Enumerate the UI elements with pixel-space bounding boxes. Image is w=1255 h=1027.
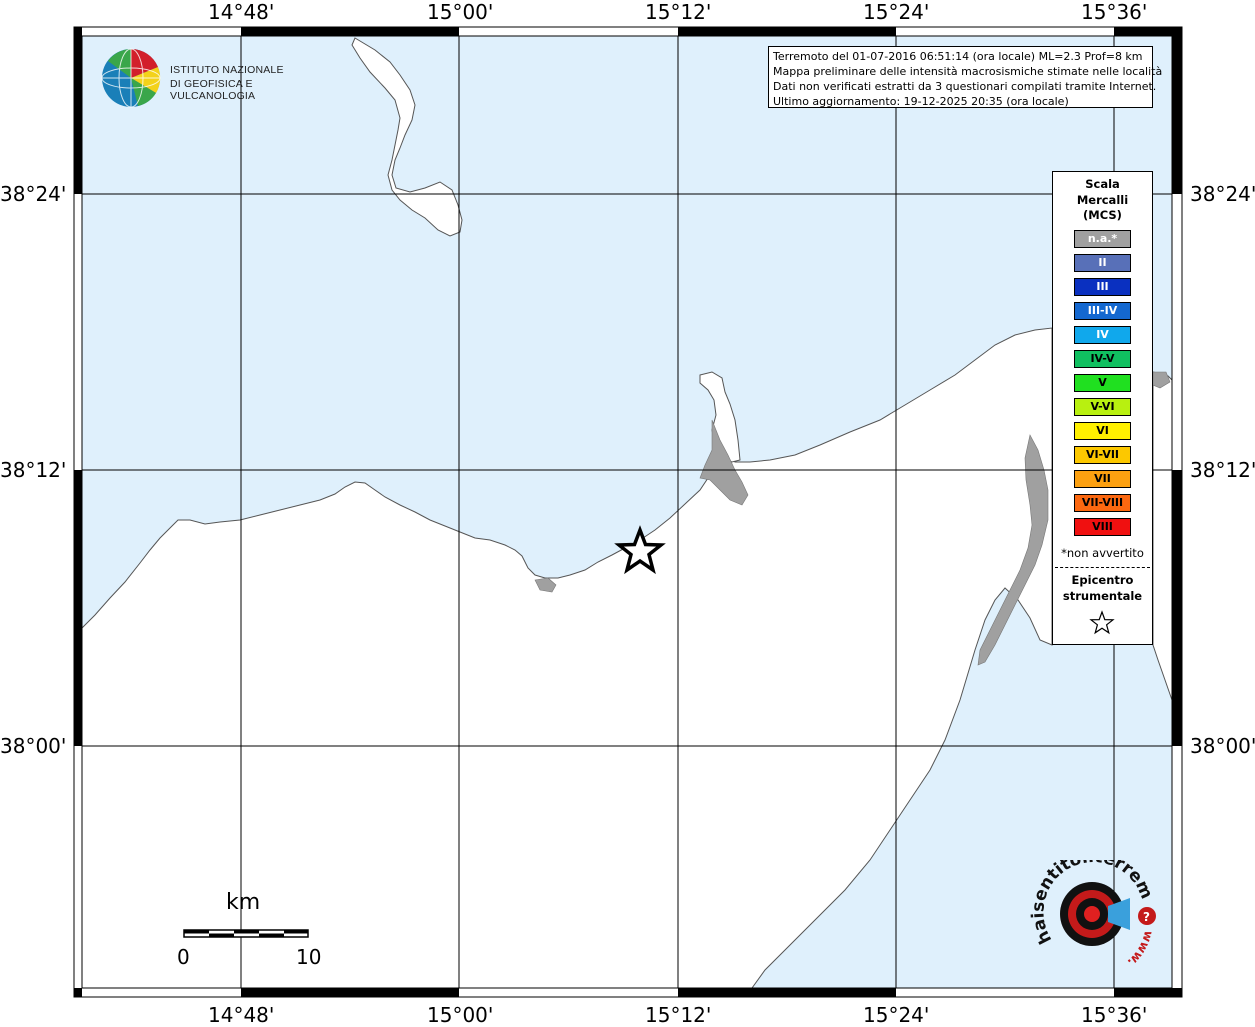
hst-target-icon: ? haisentitoilterremoto.it www.: [1024, 845, 1156, 970]
bottom-label-3: 15°12': [645, 1003, 712, 1027]
left-label-2: 38°12': [0, 458, 67, 482]
legend-title-line2: Mercalli: [1076, 192, 1129, 207]
top-label-3: 15°12': [645, 0, 712, 24]
bottom-label-2: 15°00': [427, 1003, 494, 1027]
info-line4: Ultimo aggiornamento: 19-12-2025 20:35 (…: [773, 95, 1069, 108]
legend-item: IV-V: [1074, 350, 1131, 368]
left-label-3: 38°00': [0, 734, 67, 758]
top-label-5: 15°36': [1081, 0, 1148, 24]
right-label-3: 38°00': [1190, 734, 1255, 758]
legend-epicenter-line1: Epicentro: [1071, 573, 1134, 587]
hst-logo: ? haisentitoilterremoto.it www.: [1024, 845, 1170, 980]
legend-epicenter-line2: strumentale: [1062, 589, 1143, 603]
legend-item: V-VI: [1074, 398, 1131, 416]
info-line2: Mappa preliminare delle intensità macros…: [773, 65, 1163, 78]
legend-item: n.a.*: [1074, 230, 1131, 248]
ingv-logo: ISTITUTO NAZIONALE DI GEOFISICA E VULCAN…: [100, 46, 330, 110]
logo-line2: DI GEOFISICA E VULCANOLOGIA: [170, 78, 256, 102]
event-info-box: Terremoto del 01-07-2016 06:51:14 (ora l…: [768, 46, 1163, 108]
legend-item: VI-VII: [1074, 446, 1131, 464]
top-label-2: 15°00': [427, 0, 494, 24]
scale-unit: km: [226, 890, 261, 915]
land-calabria: [1152, 371, 1173, 701]
legend-title-line1: Scala: [1085, 177, 1120, 191]
right-label-2: 38°12': [1190, 458, 1255, 482]
svg-text:www.: www.: [1125, 929, 1156, 969]
legend-item: VI: [1074, 422, 1131, 440]
legend-epicenter-label: Epicentro strumentale: [1053, 572, 1152, 604]
scale-max: 10: [296, 945, 322, 969]
scale-min: 0: [177, 945, 190, 969]
legend-item: IV: [1074, 326, 1131, 344]
top-label-4: 15°24': [863, 0, 930, 24]
legend-item: II: [1074, 254, 1131, 272]
svg-text:?: ?: [1143, 910, 1150, 924]
legend-note: *non avvertito: [1061, 546, 1144, 560]
right-label-1: 38°24': [1190, 182, 1255, 206]
legend-item: VII: [1074, 470, 1131, 488]
scale-bar: [183, 929, 309, 938]
legend-title: Scala Mercalli (MCS): [1053, 177, 1152, 224]
hst-www-text: www.: [1125, 929, 1156, 969]
bottom-label-1: 14°48': [208, 1003, 275, 1027]
legend-item: III-IV: [1074, 302, 1131, 320]
mcs-legend: Scala Mercalli (MCS) n.a.* II III III-IV IV I…: [1052, 171, 1153, 645]
legend-title-line3: (MCS): [1083, 208, 1122, 222]
legend-item: VII-VIII: [1074, 494, 1131, 512]
info-line1: Terremoto del 01-07-2016 06:51:14 (ora l…: [773, 50, 1143, 63]
bottom-label-4: 15°24': [863, 1003, 930, 1027]
left-label-1: 38°24': [0, 182, 67, 206]
legend-divider: [1055, 567, 1150, 568]
bottom-label-5: 15°36': [1081, 1003, 1148, 1027]
legend-star-icon: [1089, 610, 1115, 635]
globe-icon: [101, 48, 161, 108]
info-line3: Dati non verificati estratti da 3 questi…: [773, 80, 1157, 93]
legend-item: III: [1074, 278, 1131, 296]
logo-line1: ISTITUTO NAZIONALE: [170, 64, 284, 76]
legend-item: VIII: [1074, 518, 1131, 536]
legend-item: V: [1074, 374, 1131, 392]
top-label-1: 14°48': [208, 0, 275, 24]
